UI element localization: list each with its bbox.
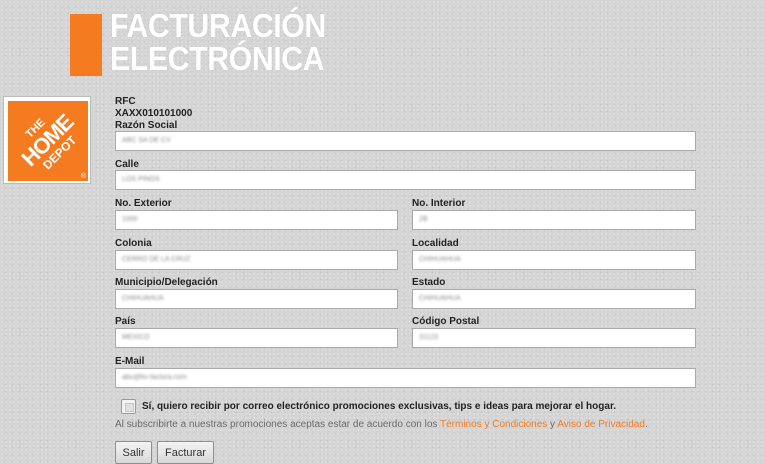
calle-input[interactable]: LOS PINOS	[115, 170, 696, 190]
calle-label: Calle	[115, 159, 139, 170]
estado-input[interactable]: CHIHUAHUA	[412, 289, 696, 309]
home-depot-logo: THE HOME DEPOT ®	[3, 96, 91, 184]
razon-social-input[interactable]: ABC SA DE CV	[115, 131, 696, 151]
subscription-notice: Al subscribirte a nuestras promociones a…	[115, 419, 648, 430]
no-interior-input[interactable]: 2B	[412, 210, 696, 230]
salir-button[interactable]: Salir	[115, 441, 152, 464]
colonia-input[interactable]: CERRO DE LA CRUZ	[115, 250, 398, 270]
rfc-value: XAXX010101000	[115, 108, 193, 119]
promo-checkbox-label: Sí, quiero recibir por correo electrónic…	[142, 401, 617, 412]
page-title-line1: FACTURACIÓN	[110, 7, 326, 44]
localidad-label: Localidad	[412, 238, 459, 249]
terms-link[interactable]: Términos y Condiciones	[440, 419, 547, 430]
municipio-label: Municipio/Delegación	[115, 277, 218, 288]
localidad-input[interactable]: CHIHUAHUA	[412, 250, 696, 270]
registered-mark: ®	[80, 173, 86, 180]
email-input[interactable]: abc@bv-factura.com	[115, 368, 696, 388]
logo-text: THE HOME DEPOT	[16, 109, 80, 173]
page-title-line2: ELECTRÓNICA	[110, 40, 325, 77]
pais-label: País	[115, 316, 136, 327]
codigo-postal-input[interactable]: 31123	[412, 328, 696, 348]
municipio-input[interactable]: CHIHUAHUA	[115, 289, 398, 309]
rfc-label: RFC	[115, 96, 136, 107]
page-title: FACTURACIÓN ELECTRÓNICA	[110, 9, 326, 75]
estado-label: Estado	[412, 277, 446, 288]
pais-input[interactable]: MEXICO	[115, 328, 398, 348]
logo-orange-square: THE HOME DEPOT ®	[8, 101, 88, 181]
no-interior-label: No. Interior	[412, 198, 466, 209]
razon-social-label: Razón Social	[115, 120, 178, 131]
facturar-button[interactable]: Facturar	[157, 441, 214, 464]
promo-checkbox[interactable]	[121, 399, 136, 414]
email-label: E-Mail	[115, 356, 145, 367]
colonia-label: Colonia	[115, 238, 152, 249]
privacy-link[interactable]: Aviso de Privacidad	[557, 419, 645, 430]
no-exterior-label: No. Exterior	[115, 198, 172, 209]
header-accent-bar	[70, 14, 102, 76]
codigo-postal-label: Código Postal	[412, 316, 480, 327]
no-exterior-input[interactable]: 1000	[115, 210, 398, 230]
